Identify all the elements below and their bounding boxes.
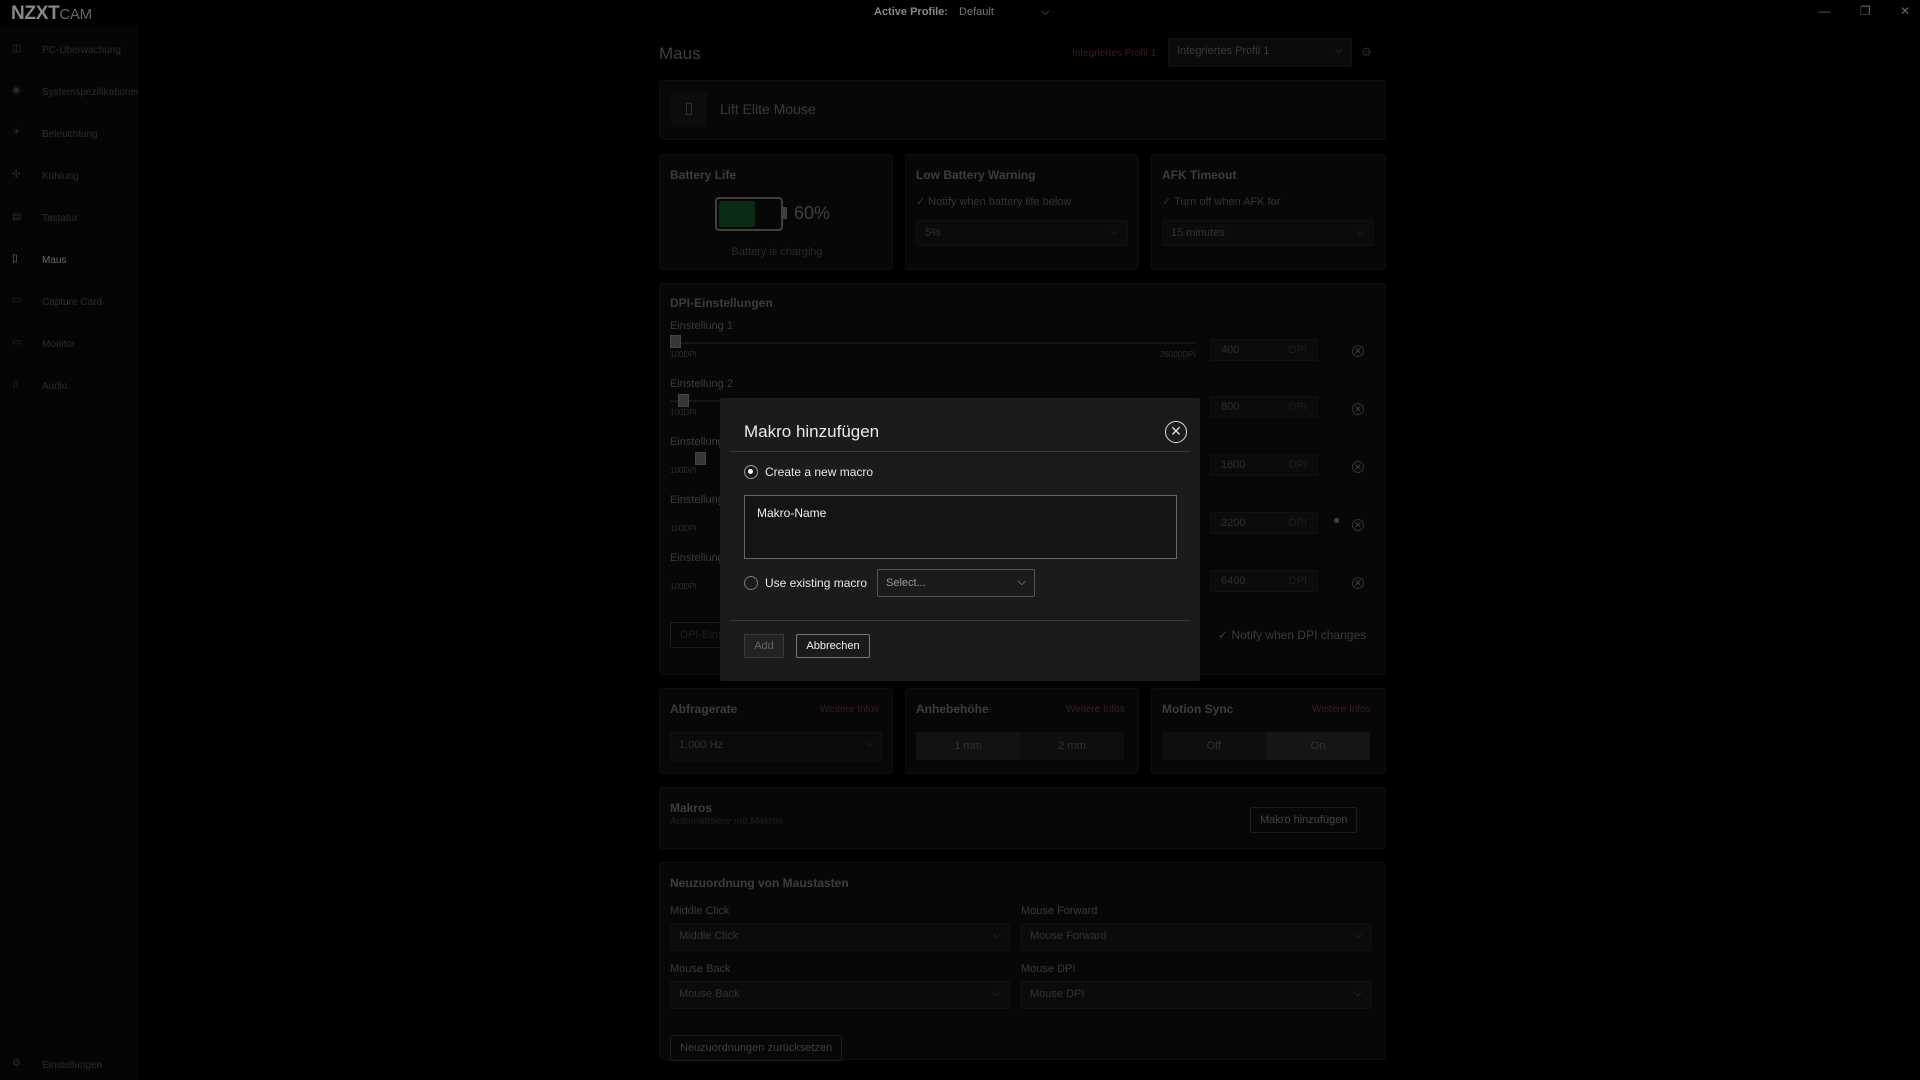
radio-unselected-icon <box>744 576 758 590</box>
divider <box>730 451 1190 452</box>
modal-overlay: Makro hinzufügen ✕ Create a new macro Us… <box>0 0 1920 1080</box>
macro-name-input[interactable] <box>744 495 1177 559</box>
close-icon[interactable]: ✕ <box>1165 421 1187 443</box>
cancel-button[interactable]: Abbrechen <box>796 634 870 658</box>
use-existing-macro-option[interactable]: Use existing macro <box>744 576 867 590</box>
divider <box>730 620 1190 621</box>
add-macro-dialog: Makro hinzufügen ✕ Create a new macro Us… <box>720 398 1200 681</box>
radio-selected-icon <box>744 465 758 479</box>
add-button[interactable]: Add <box>744 634 784 658</box>
chevron-down-icon: ⌵ <box>1017 576 1026 588</box>
dialog-title: Makro hinzufügen <box>744 422 880 441</box>
create-new-macro-option[interactable]: Create a new macro <box>744 465 873 479</box>
existing-macro-select[interactable]: Select... ⌵ <box>877 569 1035 597</box>
